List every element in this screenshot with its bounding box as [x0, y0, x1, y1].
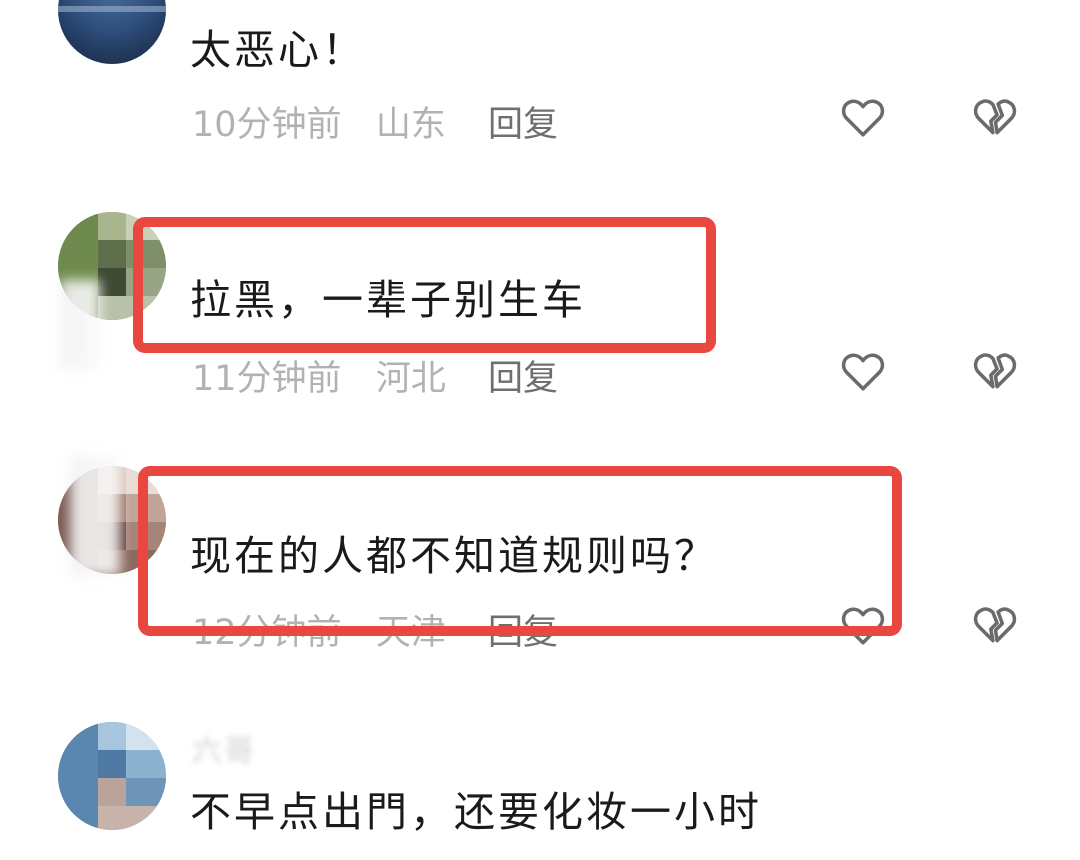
comment-text: 太恶心！: [190, 26, 366, 74]
comment-location: 天津: [375, 613, 446, 653]
comment-text: 现在的人都不知道规则吗？: [190, 532, 718, 580]
comment-meta: 10分钟前 山东: [192, 96, 446, 147]
comment-meta: 11分钟前 河北: [192, 350, 446, 401]
broken-heart-icon[interactable]: [970, 600, 1020, 650]
avatar[interactable]: [58, 722, 166, 830]
broken-heart-icon[interactable]: [970, 346, 1020, 396]
heart-outline-icon[interactable]: [838, 346, 888, 396]
comment-location: 河北: [375, 359, 446, 399]
comment-username: 六哥: [192, 734, 256, 769]
comment-time: 10分钟前: [192, 105, 342, 145]
reply-button[interactable]: 回复: [488, 96, 558, 147]
heart-outline-icon[interactable]: [838, 92, 888, 142]
reply-button[interactable]: 回复: [488, 604, 558, 655]
reply-button[interactable]: 回复: [488, 350, 558, 401]
comment-time: 11分钟前: [192, 359, 342, 399]
comment-text: 拉黑，一辈子别生车: [190, 276, 586, 324]
comment-list: 太恶心！ 10分钟前 山东 回复 拉黑，一辈子别生车 11分钟前 河北 回复 现…: [0, 0, 1080, 860]
heart-outline-icon[interactable]: [838, 600, 888, 650]
comment-text: 不早点出門，还要化妆一小时: [190, 788, 762, 836]
comment-time: 12分钟前: [192, 613, 342, 653]
comment-location: 山东: [375, 105, 446, 145]
broken-heart-icon[interactable]: [970, 92, 1020, 142]
comment-meta: 12分钟前 天津: [192, 604, 446, 655]
avatar[interactable]: [58, 0, 166, 64]
